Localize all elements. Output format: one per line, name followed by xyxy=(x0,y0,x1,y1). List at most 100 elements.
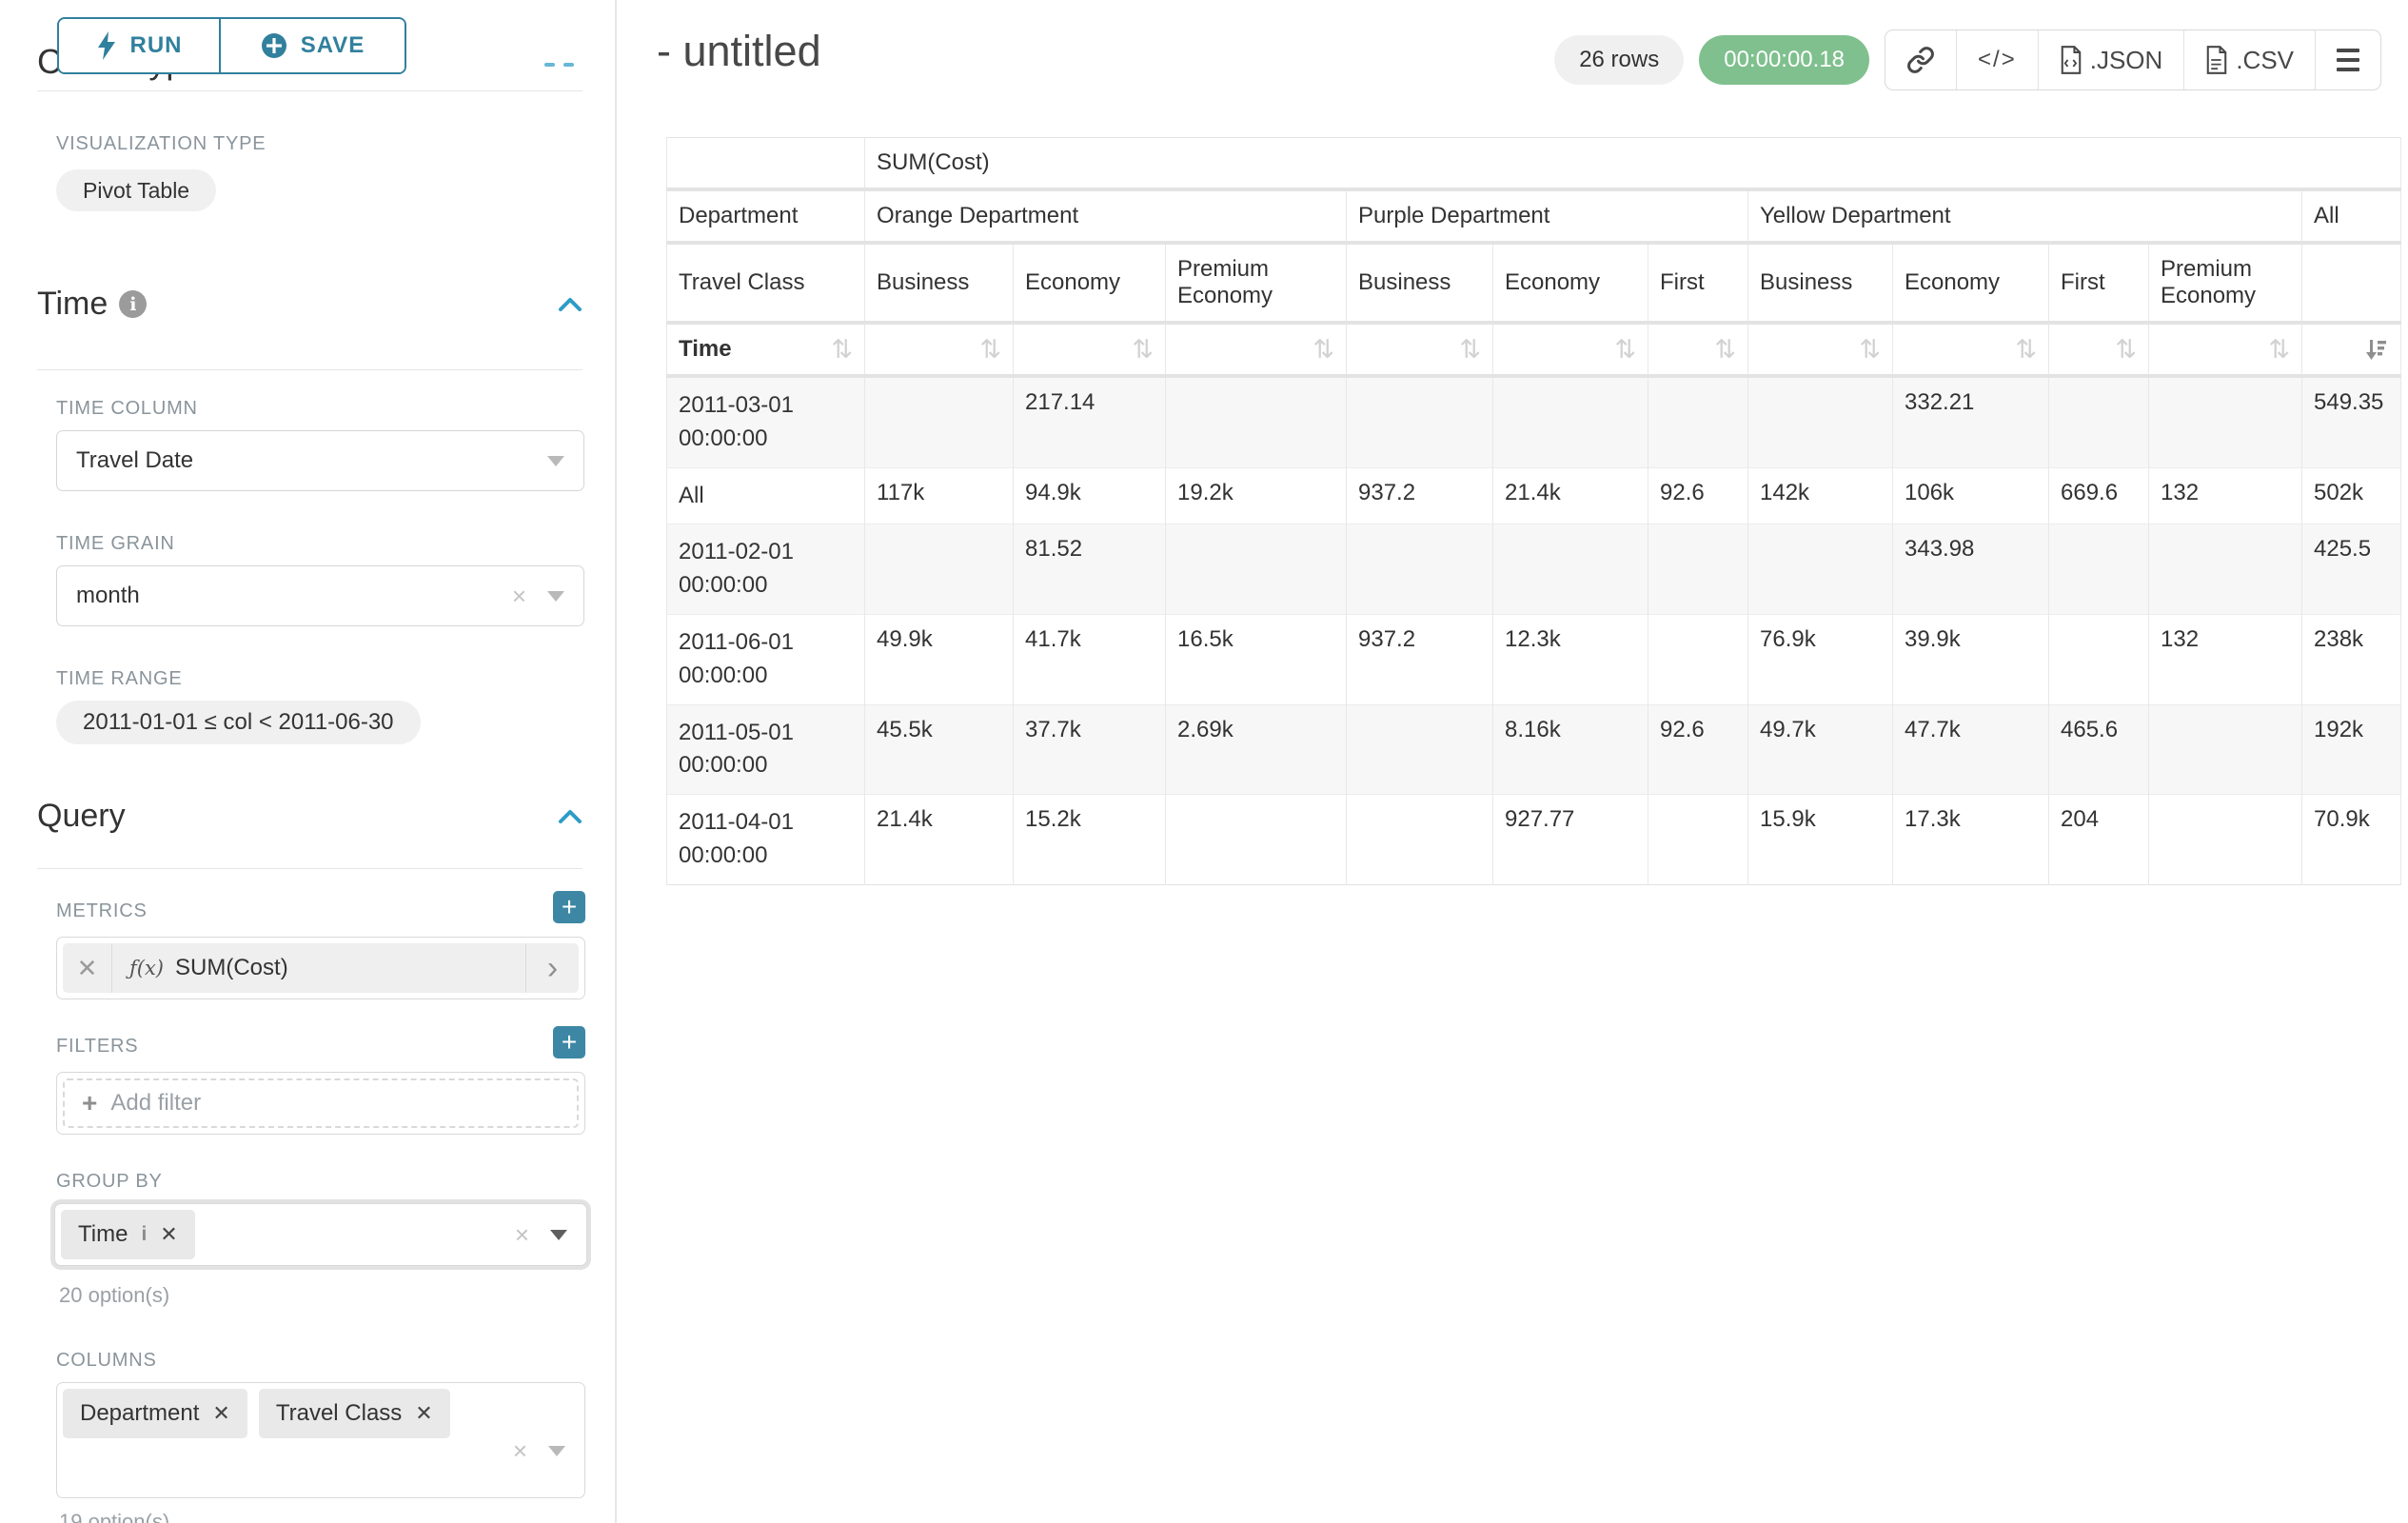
visualization-type-label: VISUALIZATION TYPE xyxy=(56,133,266,155)
row-label: 2011-04-01 00:00:00 xyxy=(667,795,865,885)
collapse-chevron-icon[interactable] xyxy=(558,297,582,312)
cell xyxy=(1648,524,1748,615)
time-range-pill[interactable]: 2011-01-01 ≤ col < 2011-06-30 xyxy=(56,701,421,744)
clear-icon[interactable]: × xyxy=(515,1220,529,1250)
sort-icon[interactable]: ⇅ xyxy=(831,337,853,363)
view-query-button[interactable]: </> xyxy=(1957,30,2039,89)
column-sort-header[interactable]: ⇅ xyxy=(1648,323,1748,376)
cell: 81.52 xyxy=(1014,524,1166,615)
sort-icon[interactable]: ⇅ xyxy=(979,337,1001,363)
menu-button[interactable] xyxy=(2316,30,2380,89)
query-timer-badge: 00:00:00.18 xyxy=(1699,35,1869,85)
json-file-icon xyxy=(2060,46,2082,74)
group-by-label: GROUP BY xyxy=(56,1171,163,1193)
sort-icon[interactable]: ⇅ xyxy=(1859,337,1881,363)
class-header: First xyxy=(1648,243,1748,323)
cell: 47.7k xyxy=(1893,704,2049,795)
column-sort-header[interactable]: ⇅ xyxy=(1347,323,1493,376)
columns-chip-department[interactable]: Department ✕ xyxy=(63,1389,247,1438)
sort-icon[interactable]: ⇅ xyxy=(1313,337,1334,363)
row-label: 2011-06-01 00:00:00 xyxy=(667,614,865,704)
columns-chip-travel-class[interactable]: Travel Class ✕ xyxy=(259,1389,450,1438)
clear-icon[interactable]: × xyxy=(513,1436,527,1466)
cell: 19.2k xyxy=(1166,467,1347,524)
sort-icon[interactable]: ⇅ xyxy=(1459,337,1481,363)
sort-icon[interactable]: ⇅ xyxy=(2015,337,2037,363)
chevron-down-icon[interactable] xyxy=(547,456,564,466)
time-sort-header[interactable]: Time ⇅ xyxy=(667,323,865,376)
metric-pill[interactable]: ✕ ƒ(x) SUM(Cost) › xyxy=(63,943,579,993)
cell xyxy=(1748,376,1893,467)
cell: 425.5 xyxy=(2302,524,2401,615)
columns-select[interactable]: Department ✕ Travel Class ✕ × xyxy=(56,1382,585,1498)
sort-icon[interactable]: ⇅ xyxy=(1714,337,1736,363)
share-link-button[interactable] xyxy=(1885,30,1957,89)
columns-label: COLUMNS xyxy=(56,1350,157,1372)
info-icon[interactable]: i xyxy=(119,290,147,318)
chevron-down-icon[interactable] xyxy=(550,1230,567,1240)
export-csv-button[interactable]: .CSV xyxy=(2184,30,2316,89)
column-sort-header[interactable]: ⇅ xyxy=(1014,323,1166,376)
info-icon[interactable]: i xyxy=(141,1223,147,1246)
sort-icon[interactable]: ⇅ xyxy=(1132,337,1154,363)
query-section-title: Query xyxy=(37,798,126,835)
cell xyxy=(1648,614,1748,704)
query-section-header: Query xyxy=(37,798,582,835)
visualization-type-pill[interactable]: Pivot Table xyxy=(56,169,216,211)
cell: 41.7k xyxy=(1014,614,1166,704)
add-metric-button[interactable]: + xyxy=(553,891,585,923)
cell xyxy=(865,524,1014,615)
column-sort-header[interactable]: ⇅ xyxy=(865,323,1014,376)
clear-icon[interactable]: × xyxy=(512,582,526,611)
sort-icon[interactable]: ⇅ xyxy=(1614,337,1636,363)
group-by-chip-time[interactable]: Time i ✕ xyxy=(61,1210,195,1259)
sort-descending-icon xyxy=(2362,336,2389,363)
cell: 927.77 xyxy=(1493,795,1648,885)
add-filter-button[interactable]: + xyxy=(553,1026,585,1058)
divider xyxy=(37,90,582,91)
panel-drag-handle[interactable] xyxy=(544,63,574,67)
run-button[interactable]: RUN xyxy=(59,19,219,72)
column-sort-header[interactable]: ⇅ xyxy=(1748,323,1893,376)
chevron-right-icon[interactable]: › xyxy=(525,943,579,993)
column-sort-header[interactable]: ⇅ xyxy=(2149,323,2302,376)
column-sort-header[interactable]: ⇅ xyxy=(1893,323,2049,376)
cell: 217.14 xyxy=(1014,376,1166,467)
table-row: 2011-05-01 00:00:00 45.5k 37.7k 2.69k 8.… xyxy=(667,704,2401,795)
filters-label: FILTERS xyxy=(56,1036,138,1058)
chevron-down-icon[interactable] xyxy=(548,1446,565,1456)
remove-metric-icon[interactable]: ✕ xyxy=(63,943,112,993)
cell xyxy=(2149,704,2302,795)
cell xyxy=(1166,376,1347,467)
time-column-value: Travel Date xyxy=(76,447,193,474)
remove-chip-icon[interactable]: ✕ xyxy=(212,1401,229,1426)
remove-chip-icon[interactable]: ✕ xyxy=(415,1401,432,1426)
collapse-chevron-icon[interactable] xyxy=(558,809,582,824)
cell xyxy=(2049,524,2149,615)
column-sort-header[interactable]: ⇅ xyxy=(1166,323,1347,376)
metric-header: SUM(Cost) xyxy=(865,138,2401,190)
sort-icon[interactable]: ⇅ xyxy=(2268,337,2290,363)
class-header: Business xyxy=(1748,243,1893,323)
chart-panel: - untitled 26 rows 00:00:00.18 </> xyxy=(617,0,2408,1523)
column-sort-header[interactable]: ⇅ xyxy=(1493,323,1648,376)
class-header: Business xyxy=(1347,243,1493,323)
header-controls: 26 rows 00:00:00.18 </> xyxy=(1554,30,2381,89)
cell xyxy=(1166,795,1347,885)
time-grain-select[interactable]: month × xyxy=(56,565,584,626)
save-button[interactable]: SAVE xyxy=(219,19,405,72)
sort-icon[interactable]: ⇅ xyxy=(2115,337,2137,363)
class-header: Premium Economy xyxy=(1166,243,1347,323)
time-column-select[interactable]: Travel Date xyxy=(56,430,584,491)
column-sort-header-active[interactable] xyxy=(2302,323,2401,376)
class-header: Economy xyxy=(1493,243,1648,323)
chart-title[interactable]: - untitled xyxy=(657,27,821,76)
export-json-button[interactable]: .JSON xyxy=(2039,30,2185,89)
column-sort-header[interactable]: ⇅ xyxy=(2049,323,2149,376)
cell: 37.7k xyxy=(1014,704,1166,795)
group-by-select[interactable]: Time i ✕ × xyxy=(54,1203,587,1266)
remove-chip-icon[interactable]: ✕ xyxy=(160,1222,177,1247)
chevron-down-icon[interactable] xyxy=(547,591,564,602)
add-filter-dropzone[interactable]: + Add filter xyxy=(63,1078,579,1128)
metrics-label: METRICS xyxy=(56,900,148,922)
